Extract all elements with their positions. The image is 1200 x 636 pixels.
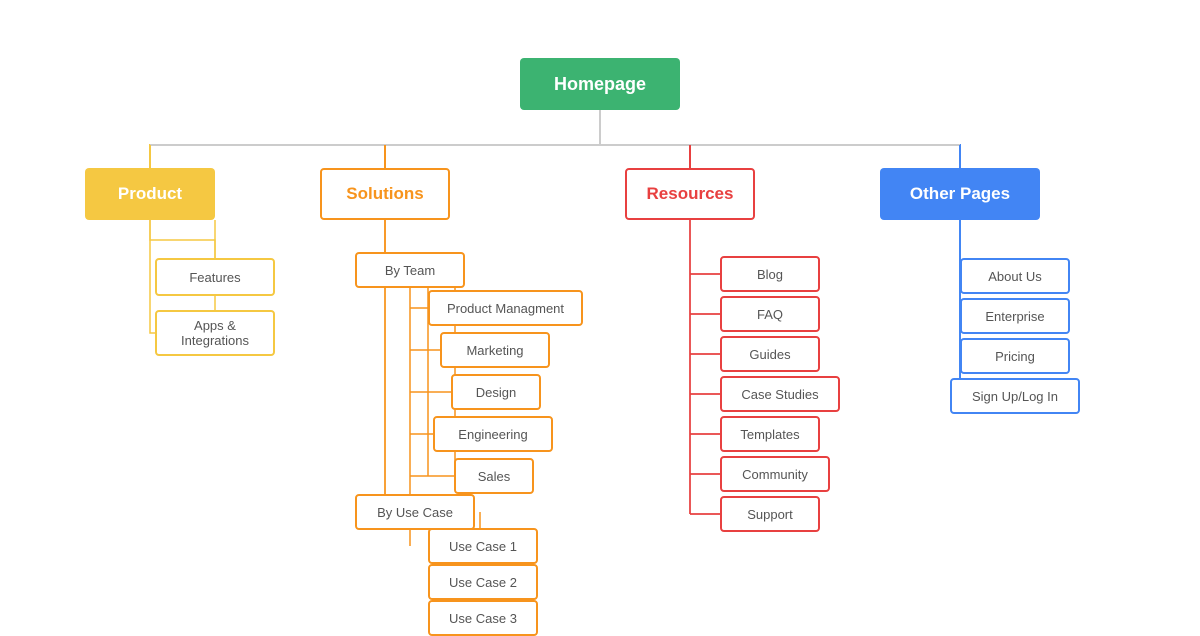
resources-node: Resources <box>625 168 755 220</box>
blog-node: Blog <box>720 256 820 292</box>
by-team-node: By Team <box>355 252 465 288</box>
pricing-label: Pricing <box>995 349 1035 364</box>
design-label: Design <box>476 385 516 400</box>
support-node: Support <box>720 496 820 532</box>
faq-label: FAQ <box>757 307 783 322</box>
use-case-1-node: Use Case 1 <box>428 528 538 564</box>
use-case-3-node: Use Case 3 <box>428 600 538 636</box>
apps-node: Apps & Integrations <box>155 310 275 356</box>
apps-label: Apps & Integrations <box>169 318 261 348</box>
solutions-node: Solutions <box>320 168 450 220</box>
product-node: Product <box>85 168 215 220</box>
case-studies-node: Case Studies <box>720 376 840 412</box>
templates-node: Templates <box>720 416 820 452</box>
community-label: Community <box>742 467 808 482</box>
by-use-case-node: By Use Case <box>355 494 475 530</box>
product-management-node: Product Managment <box>428 290 583 326</box>
enterprise-label: Enterprise <box>985 309 1044 324</box>
use-case-2-label: Use Case 2 <box>449 575 517 590</box>
marketing-label: Marketing <box>466 343 523 358</box>
blog-label: Blog <box>757 267 783 282</box>
about-us-label: About Us <box>988 269 1041 284</box>
design-node: Design <box>451 374 541 410</box>
templates-label: Templates <box>740 427 799 442</box>
use-case-2-node: Use Case 2 <box>428 564 538 600</box>
about-us-node: About Us <box>960 258 1070 294</box>
other-pages-label: Other Pages <box>910 184 1010 204</box>
use-case-1-label: Use Case 1 <box>449 539 517 554</box>
homepage-node: Homepage <box>520 58 680 110</box>
product-label: Product <box>118 184 182 204</box>
guides-label: Guides <box>749 347 790 362</box>
other-pages-node: Other Pages <box>880 168 1040 220</box>
marketing-node: Marketing <box>440 332 550 368</box>
guides-node: Guides <box>720 336 820 372</box>
features-node: Features <box>155 258 275 296</box>
signup-node: Sign Up/Log In <box>950 378 1080 414</box>
use-case-3-label: Use Case 3 <box>449 611 517 626</box>
features-label: Features <box>189 270 240 285</box>
by-team-label: By Team <box>385 263 435 278</box>
pricing-node: Pricing <box>960 338 1070 374</box>
case-studies-label: Case Studies <box>741 387 818 402</box>
engineering-node: Engineering <box>433 416 553 452</box>
product-management-label: Product Managment <box>447 301 564 316</box>
enterprise-node: Enterprise <box>960 298 1070 334</box>
resources-label: Resources <box>647 184 734 204</box>
faq-node: FAQ <box>720 296 820 332</box>
homepage-label: Homepage <box>554 74 646 95</box>
community-node: Community <box>720 456 830 492</box>
support-label: Support <box>747 507 793 522</box>
sales-label: Sales <box>478 469 511 484</box>
sales-node: Sales <box>454 458 534 494</box>
signup-label: Sign Up/Log In <box>972 389 1058 404</box>
by-use-case-label: By Use Case <box>377 505 453 520</box>
engineering-label: Engineering <box>458 427 527 442</box>
solutions-label: Solutions <box>346 184 423 204</box>
